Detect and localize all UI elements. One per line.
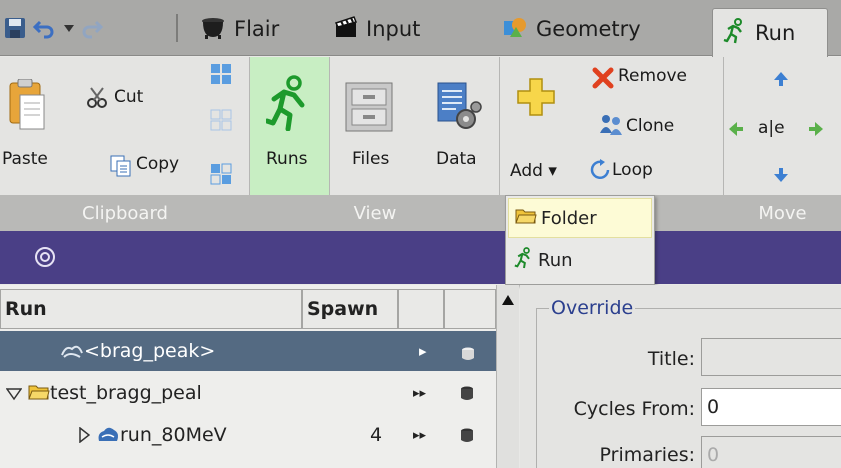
- folder-icon: [515, 207, 537, 230]
- target-icon[interactable]: [34, 246, 56, 272]
- runs-label: Runs: [266, 149, 308, 169]
- tab-flair[interactable]: Flair: [200, 10, 279, 48]
- tree-row-label: test_bragg_peal: [50, 382, 202, 404]
- title-field[interactable]: [701, 338, 841, 376]
- select-none-icon[interactable]: [210, 109, 232, 135]
- add-menu: Folder Run: [505, 195, 655, 285]
- add-plus-icon[interactable]: [516, 77, 556, 121]
- tab-flair-label: Flair: [234, 17, 280, 41]
- clapper-icon: [334, 15, 358, 44]
- invert-selection-icon[interactable]: [210, 163, 232, 189]
- spawn-count: 4: [370, 424, 383, 446]
- select-all-icon[interactable]: [210, 63, 232, 89]
- undo-icon[interactable]: [32, 14, 56, 42]
- play-all-icon[interactable]: ▸▸: [413, 428, 426, 443]
- loop-icon[interactable]: [588, 159, 612, 185]
- scissors-icon[interactable]: [86, 87, 108, 113]
- column-header-spawn[interactable]: Spawn: [302, 289, 398, 329]
- move-down-icon[interactable]: [773, 167, 789, 187]
- tab-run-label: Run: [755, 21, 796, 45]
- move-group: a|e: [724, 57, 841, 195]
- title-label: Title:: [647, 348, 695, 370]
- loop-button[interactable]: Loop: [612, 160, 653, 180]
- add-dropdown-button[interactable]: Add ▾: [510, 161, 557, 181]
- column-header-run[interactable]: Run: [0, 289, 302, 329]
- copy-button[interactable]: Copy: [136, 154, 179, 174]
- ribbon: Paste Cut Copy Runs Files Data Add ▾ Rem…: [0, 57, 841, 195]
- paste-icon[interactable]: [8, 78, 46, 139]
- override-legend: Override: [549, 297, 636, 319]
- tree-row-brag-peak[interactable]: <brag_peak> ▸: [0, 331, 496, 371]
- tab-run[interactable]: Run: [712, 8, 828, 57]
- edit-group: Add ▾ Remove Clone Loop: [500, 57, 724, 195]
- remove-button[interactable]: Remove: [618, 66, 687, 86]
- geometry-cloud-icon: [96, 425, 120, 450]
- play-all-icon[interactable]: ▸▸: [413, 386, 426, 401]
- menu-item-folder[interactable]: Folder: [508, 198, 652, 238]
- menu-item-run-label: Run: [538, 249, 573, 271]
- folder-icon: [28, 383, 50, 406]
- expand-triangle-icon[interactable]: [78, 426, 91, 448]
- view-group-label: View: [250, 195, 500, 231]
- tree-row-test-bragg[interactable]: test_bragg_peal ▸▸: [0, 373, 496, 413]
- data-gears-icon[interactable]: [436, 81, 482, 137]
- clone-button[interactable]: Clone: [626, 116, 674, 136]
- database-icon[interactable]: [460, 385, 474, 407]
- remove-x-icon[interactable]: [592, 67, 614, 93]
- runs-view-button[interactable]: Runs: [250, 57, 330, 195]
- column-header-play[interactable]: [398, 289, 444, 329]
- scroll-up-icon[interactable]: [501, 291, 515, 310]
- files-cabinet-icon[interactable]: [344, 81, 394, 137]
- cauldron-icon: [200, 15, 226, 44]
- data-button[interactable]: Data: [436, 149, 477, 169]
- path-bar: [0, 231, 841, 284]
- database-icon[interactable]: [460, 427, 474, 449]
- move-group-label: Move: [724, 195, 841, 231]
- geometry-cloud-icon: [60, 341, 84, 364]
- move-up-icon[interactable]: [773, 71, 789, 91]
- save-icon[interactable]: [4, 14, 26, 42]
- tree-row-label: <brag_peak>: [84, 340, 216, 362]
- view-group: Files Data: [330, 57, 500, 195]
- toolbar-separator: [176, 14, 178, 42]
- menu-item-run[interactable]: Run: [508, 240, 652, 280]
- tab-geometry-label: Geometry: [536, 17, 641, 41]
- redo-icon[interactable]: [80, 14, 104, 42]
- cycles-from-field[interactable]: 0: [701, 388, 841, 426]
- paste-button[interactable]: Paste: [2, 149, 48, 169]
- runner-icon: [264, 75, 312, 135]
- tab-bar: Flair Input Geometry Run: [0, 0, 841, 57]
- clipboard-group-label: Clipboard: [0, 195, 250, 231]
- clipboard-group: Paste Cut Copy: [0, 57, 250, 195]
- move-right-icon[interactable]: [808, 121, 824, 141]
- clone-icon[interactable]: [598, 113, 624, 139]
- primaries-field[interactable]: 0: [701, 436, 841, 468]
- undo-dropdown-icon[interactable]: [62, 14, 76, 42]
- tab-input[interactable]: Input: [334, 10, 420, 48]
- tab-input-label: Input: [366, 17, 421, 41]
- tree-row-label: run_80MeV: [120, 424, 227, 446]
- tree-row-run-80mev[interactable]: run_80MeV 4 ▸▸: [0, 415, 496, 455]
- runner-icon: [723, 17, 747, 49]
- geometry-icon: [502, 15, 528, 44]
- menu-item-folder-label: Folder: [541, 207, 597, 229]
- tree-scrollbar[interactable]: [496, 285, 519, 468]
- copy-icon[interactable]: [110, 155, 132, 181]
- database-icon[interactable]: [461, 344, 475, 366]
- collapse-triangle-icon[interactable]: [5, 384, 23, 406]
- move-left-icon[interactable]: [728, 121, 744, 141]
- play-icon[interactable]: ▸: [419, 342, 427, 360]
- cut-button[interactable]: Cut: [114, 87, 143, 107]
- files-button[interactable]: Files: [352, 149, 389, 169]
- runner-icon: [514, 246, 534, 274]
- move-center-label: a|e: [758, 118, 785, 138]
- primaries-label: Primaries:: [599, 444, 695, 466]
- cycles-from-label: Cycles From:: [573, 398, 695, 420]
- tab-geometry[interactable]: Geometry: [502, 10, 641, 48]
- column-header-status[interactable]: [444, 289, 496, 329]
